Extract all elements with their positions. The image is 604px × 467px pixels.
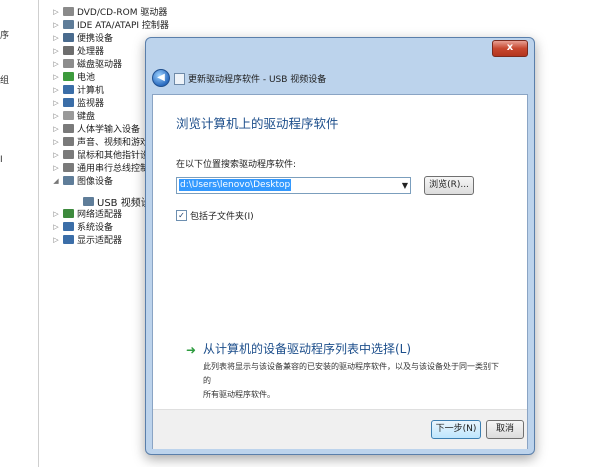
network-adapter-icon xyxy=(63,209,74,218)
tree-item[interactable]: ▷ 系统设备 xyxy=(52,220,113,233)
portable-device-icon xyxy=(63,33,74,42)
left-pane-fragment: 序 xyxy=(0,31,10,41)
tree-item-label: 显示适配器 xyxy=(77,236,123,246)
next-button[interactable]: 下一步(N) xyxy=(431,420,481,439)
tree-item-label: 系统设备 xyxy=(77,223,114,233)
path-input-value[interactable]: d:\Users\lenovo\Desktop xyxy=(179,179,292,191)
mouse-icon xyxy=(63,150,74,159)
dropdown-arrow-icon[interactable]: ▼ xyxy=(402,178,408,193)
tree-item[interactable]: ▷ 磁盘驱动器 xyxy=(52,57,122,70)
tree-item[interactable]: ▷ 便携设备 xyxy=(52,31,113,44)
expand-arrow-icon[interactable]: ▷ xyxy=(52,21,60,29)
pick-from-list-link[interactable]: 从计算机的设备驱动程序列表中选择(L) xyxy=(203,340,411,357)
left-pane: 序 组 I xyxy=(0,0,38,467)
pane-divider xyxy=(38,0,39,467)
close-button[interactable]: x xyxy=(492,40,528,57)
tree-item[interactable]: ▷ 鼠标和其他指针设备 xyxy=(52,148,158,161)
search-location-label: 在以下位置搜索驱动程序软件: xyxy=(176,160,297,170)
expand-arrow-icon[interactable]: ▷ xyxy=(52,138,60,146)
expand-arrow-icon[interactable]: ▷ xyxy=(52,73,60,81)
tree-item-label: 电池 xyxy=(77,73,96,83)
include-subfolders-checkbox[interactable]: ✓ xyxy=(176,210,187,221)
pick-from-list-description: 此列表将显示与该设备兼容的已安装的驱动程序软件，以及与该设备处于同一类别下的 所… xyxy=(203,360,503,402)
monitor-icon xyxy=(63,98,74,107)
tree-item-label: 图像设备 xyxy=(77,177,114,187)
tree-item[interactable]: ▷ 通用串行总线控制器 xyxy=(52,161,158,174)
tree-item[interactable]: ▷ 计算机 xyxy=(52,83,104,96)
tree-item-label: 网络适配器 xyxy=(77,210,123,220)
page-heading: 浏览计算机上的驱动程序软件 xyxy=(176,116,339,131)
system-device-icon xyxy=(63,222,74,231)
ide-controller-icon xyxy=(63,20,74,29)
back-arrow-icon[interactable]: ◀ xyxy=(152,69,170,87)
expand-arrow-icon[interactable]: ▷ xyxy=(52,151,60,159)
expand-arrow-icon[interactable]: ▷ xyxy=(52,8,60,16)
expand-arrow-icon[interactable]: ▷ xyxy=(52,125,60,133)
expand-arrow-icon[interactable]: ▷ xyxy=(52,60,60,68)
update-driver-dialog: x ◀ 更新驱动程序软件 - USB 视频设备 浏览计算机上的驱动程序软件 在以… xyxy=(145,37,535,455)
cancel-button[interactable]: 取消 xyxy=(486,420,524,439)
tree-item[interactable]: ▷ 键盘 xyxy=(52,109,95,122)
tree-item[interactable]: ▷ DVD/CD-ROM 驱动器 xyxy=(52,5,167,18)
expand-arrow-icon[interactable]: ▷ xyxy=(52,99,60,107)
computer-icon xyxy=(63,85,74,94)
path-combobox[interactable]: d:\Users\lenovo\Desktop ▼ xyxy=(176,177,411,194)
green-arrow-icon: ➜ xyxy=(186,343,197,357)
expand-arrow-icon[interactable]: ▷ xyxy=(52,210,60,218)
tree-item[interactable]: ▷ 处理器 xyxy=(52,44,104,57)
left-pane-fragment: 组 xyxy=(0,76,10,86)
expand-arrow-icon[interactable]: ▷ xyxy=(52,47,60,55)
include-subfolders-row[interactable]: ✓ 包括子文件夹(I) xyxy=(176,209,254,222)
expand-arrow-icon[interactable]: ▷ xyxy=(52,86,60,94)
battery-icon xyxy=(63,72,74,81)
expand-arrow-icon[interactable]: ▷ xyxy=(52,34,60,42)
dialog-footer: 下一步(N) 取消 xyxy=(153,409,527,449)
tree-item-label: 磁盘驱动器 xyxy=(77,60,123,70)
tree-item-label: 人体学输入设备 xyxy=(77,125,141,135)
dialog-title: 更新驱动程序软件 - USB 视频设备 xyxy=(188,75,327,85)
pick-desc-line: 所有驱动程序软件。 xyxy=(203,390,275,399)
tree-item-label: IDE ATA/ATAPI 控制器 xyxy=(77,21,169,31)
left-pane-fragment: I xyxy=(0,155,3,165)
processor-icon xyxy=(63,46,74,55)
dialog-main: 浏览计算机上的驱动程序软件 在以下位置搜索驱动程序软件: d:\Users\le… xyxy=(153,95,527,409)
tree-item-label: DVD/CD-ROM 驱动器 xyxy=(77,8,168,18)
dialog-content: 浏览计算机上的驱动程序软件 在以下位置搜索驱动程序软件: d:\Users\le… xyxy=(152,94,528,449)
tree-item[interactable]: ▷ 显示适配器 xyxy=(52,233,122,246)
keyboard-icon xyxy=(63,111,74,120)
tree-item[interactable]: ◢ 图像设备 xyxy=(52,174,113,187)
usb-icon xyxy=(63,163,74,172)
device-icon xyxy=(174,73,185,85)
expand-arrow-icon[interactable]: ▷ xyxy=(52,164,60,172)
collapse-arrow-icon[interactable]: ◢ xyxy=(52,177,60,185)
tree-item-label: 键盘 xyxy=(77,112,96,122)
expand-arrow-icon[interactable]: ▷ xyxy=(52,223,60,231)
usb-video-device-icon xyxy=(83,197,94,206)
tree-item[interactable]: ▷ 人体学输入设备 xyxy=(52,122,140,135)
disk-drive-icon xyxy=(63,59,74,68)
expand-arrow-icon[interactable]: ▷ xyxy=(52,112,60,120)
tree-item-label: 监视器 xyxy=(77,99,105,109)
display-adapter-icon xyxy=(63,235,74,244)
pick-desc-line: 此列表将显示与该设备兼容的已安装的驱动程序软件，以及与该设备处于同一类别下的 xyxy=(203,362,499,385)
imaging-device-icon xyxy=(63,176,74,185)
include-subfolders-label[interactable]: 包括子文件夹(I) xyxy=(190,209,254,222)
tree-item-label: 处理器 xyxy=(77,47,105,57)
tree-item-label: 便携设备 xyxy=(77,34,114,44)
expand-arrow-icon[interactable]: ▷ xyxy=(52,236,60,244)
tree-item[interactable]: ▷ IDE ATA/ATAPI 控制器 xyxy=(52,18,169,31)
tree-item[interactable]: ▷ 网络适配器 xyxy=(52,207,122,220)
hid-icon xyxy=(63,124,74,133)
tree-item[interactable]: ▷ 监视器 xyxy=(52,96,104,109)
sound-icon xyxy=(63,137,74,146)
tree-item[interactable]: ▷ 声音、视频和游戏控 xyxy=(52,135,158,148)
dvd-drive-icon xyxy=(63,7,74,16)
tree-item[interactable]: ▷ 电池 xyxy=(52,70,95,83)
tree-item-label: 计算机 xyxy=(77,86,105,96)
browse-button[interactable]: 浏览(R)... xyxy=(424,176,474,195)
